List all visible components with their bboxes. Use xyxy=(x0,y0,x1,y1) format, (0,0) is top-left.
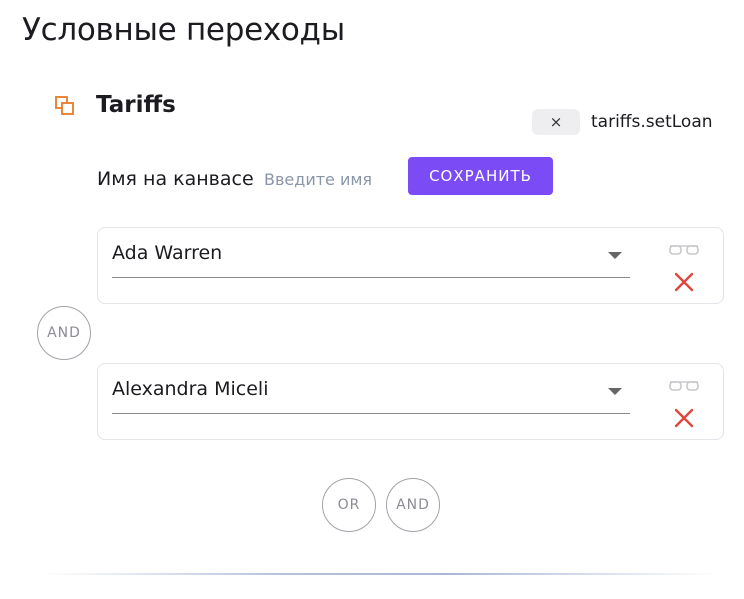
delete-icon[interactable] xyxy=(674,272,694,292)
glasses-icon[interactable] xyxy=(668,378,700,394)
glasses-icon[interactable] xyxy=(668,242,700,258)
canvas-name-input[interactable] xyxy=(262,168,392,191)
condition-select[interactable]: Alexandra Miceli xyxy=(112,374,630,414)
canvas-name-label: Имя на канвасе xyxy=(97,168,254,190)
divider xyxy=(40,573,720,575)
delete-icon[interactable] xyxy=(674,408,694,428)
condition-value: Ada Warren xyxy=(112,242,223,264)
add-and-button[interactable]: AND xyxy=(386,478,440,532)
chevron-down-icon xyxy=(608,388,622,395)
condition-value: Alexandra Miceli xyxy=(112,378,269,400)
save-button[interactable]: СОХРАНИТЬ xyxy=(408,157,553,195)
remove-method-button[interactable]: × xyxy=(532,109,580,135)
node-title: Tariffs xyxy=(96,92,176,118)
method-name: tariffs.setLoan xyxy=(591,112,713,132)
condition-select[interactable]: Ada Warren xyxy=(112,238,630,278)
add-or-button[interactable]: OR xyxy=(322,478,376,532)
chevron-down-icon xyxy=(608,252,622,259)
copy-squares-icon xyxy=(55,96,74,115)
page-title: Условные переходы xyxy=(22,12,345,48)
condition-card: Ada Warren xyxy=(97,227,724,304)
close-icon: × xyxy=(549,113,563,131)
and-connector[interactable]: AND xyxy=(37,306,91,360)
condition-card: Alexandra Miceli xyxy=(97,363,724,440)
